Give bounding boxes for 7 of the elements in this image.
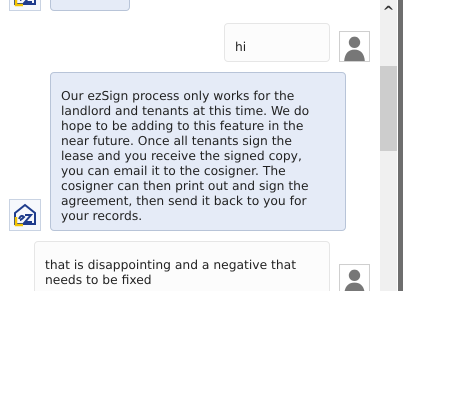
message-text: Our ezSign process only works for the landlord and tenants at this time. We do hope to be adding to this feature in the near future. Once all tenants sign the lease and you receive the signed copy, you can email it to the cosigner. The cosigner can then print out and sign the agreement, then send it back to you for your records.	[61, 89, 310, 224]
scrollbar[interactable]: ^	[380, 0, 397, 291]
person-avatar-icon	[339, 31, 370, 62]
message-text: hi	[235, 40, 248, 55]
message-text: that is disappointing and a negative that needs to be fixed	[45, 258, 298, 288]
scroll-up-arrow[interactable]: ^	[382, 5, 394, 19]
house-logo-icon	[9, 199, 41, 231]
